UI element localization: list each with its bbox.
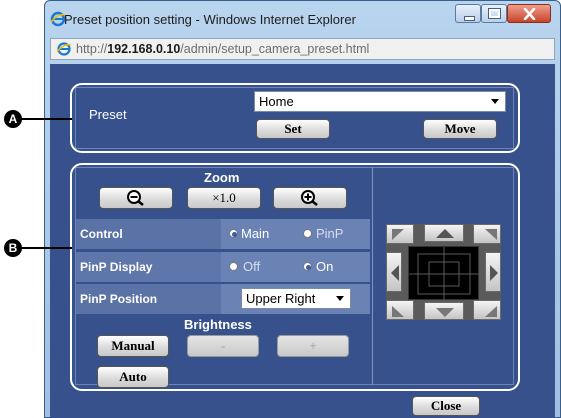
minimize-icon <box>464 16 475 21</box>
url-path: /admin/setup_camera_preset.html <box>180 42 370 56</box>
maximize-button[interactable] <box>481 4 507 23</box>
callout-a: A <box>4 110 22 128</box>
callout-b: B <box>4 239 22 257</box>
close-window-button[interactable] <box>507 4 551 23</box>
close-button[interactable]: Close <box>412 396 480 416</box>
window-controls <box>455 4 555 24</box>
address-url: http://192.168.0.10/admin/setup_camera_p… <box>76 42 369 56</box>
callout-b-outline <box>70 163 520 391</box>
url-host: 192.168.0.10 <box>107 42 181 56</box>
window-title: Preset position setting - Windows Intern… <box>64 12 356 27</box>
minimize-button[interactable] <box>455 4 481 23</box>
close-x-icon <box>523 8 536 20</box>
maximize-icon <box>488 8 501 19</box>
callout-a-outline <box>70 83 520 153</box>
page-ie-icon <box>56 42 72 56</box>
url-scheme: http:// <box>76 42 108 56</box>
